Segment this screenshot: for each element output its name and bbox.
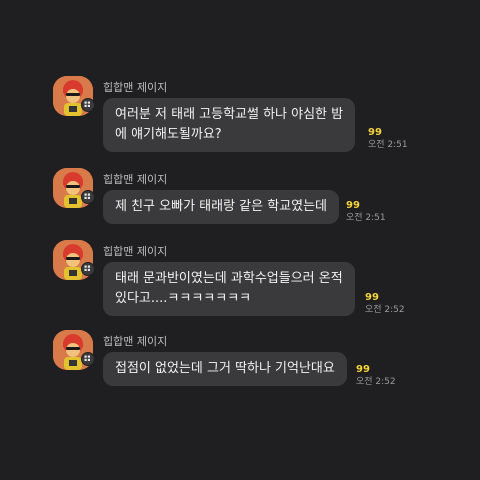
message-time: 오전 2:52 xyxy=(356,377,396,387)
sender-name: 힙합맨 제이지 xyxy=(103,245,168,258)
unread-count: 99 xyxy=(368,127,382,138)
message-bubble[interactable]: 제 친구 오빠가 태래랑 같은 학교였는데 xyxy=(103,190,340,224)
sender-name: 힙합맨 제이지 xyxy=(103,335,168,348)
unread-count: 99 xyxy=(346,200,360,211)
unread-count: 99 xyxy=(356,364,370,375)
message-time: 오전 2:52 xyxy=(365,305,405,315)
sender-name: 힙합맨 제이지 xyxy=(103,173,168,186)
message-meta: 99 오전 2:51 xyxy=(346,200,386,224)
message-line: 에 얘기해도될까요? xyxy=(115,127,222,142)
message-meta: 99 오전 2:52 xyxy=(356,364,396,388)
profile-card-glyph xyxy=(84,265,90,271)
message-bubble[interactable]: 태래 문과반이였는데 과학수업들으러 온적 있다고....ㅋㅋㅋㅋㅋㅋㅋ xyxy=(103,262,355,316)
message-line: 제 친구 오빠가 태래랑 같은 학교였는데 xyxy=(115,199,328,214)
message-time: 오전 2:51 xyxy=(368,140,408,150)
profile-card-glyph xyxy=(84,101,90,107)
profile-card-icon[interactable] xyxy=(81,352,95,366)
message-meta: 99 오전 2:52 xyxy=(365,292,405,316)
profile-card-glyph xyxy=(84,193,90,199)
profile-card-icon[interactable] xyxy=(81,190,95,204)
message-line: 접점이 없었는데 그거 딱하나 기억난대요 xyxy=(115,361,335,376)
sender-name: 힙합맨 제이지 xyxy=(103,81,168,94)
message-time: 오전 2:51 xyxy=(346,213,386,223)
profile-card-icon[interactable] xyxy=(81,98,95,112)
chat-room: 힙합맨 제이지 여러분 저 태래 고등학교썰 하나 야심한 밤 에 얘기해도될까… xyxy=(0,0,480,480)
message-line: 여러분 저 태래 고등학교썰 하나 야심한 밤 xyxy=(115,107,344,122)
message-bubble[interactable]: 접점이 없었는데 그거 딱하나 기억난대요 xyxy=(103,352,347,386)
message-line: 있다고....ㅋㅋㅋㅋㅋㅋㅋ xyxy=(115,291,252,306)
message-bubble[interactable]: 여러분 저 태래 고등학교썰 하나 야심한 밤 에 얘기해도될까요? xyxy=(103,98,356,152)
profile-card-glyph xyxy=(84,355,90,361)
message-meta: 99 오전 2:51 xyxy=(368,127,408,151)
profile-card-icon[interactable] xyxy=(81,262,95,276)
unread-count: 99 xyxy=(365,292,379,303)
message-line: 태래 문과반이였는데 과학수업들으러 온적 xyxy=(115,271,343,286)
